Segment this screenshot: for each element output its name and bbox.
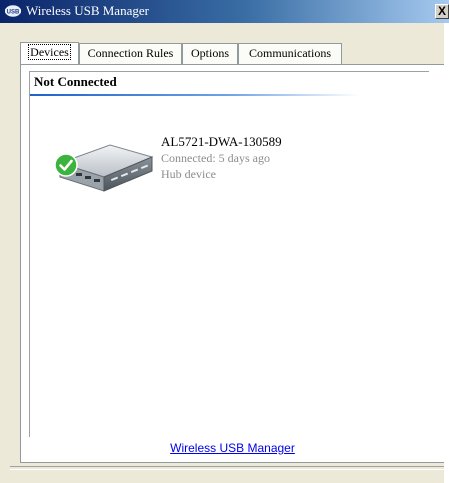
usb-app-icon: USB <box>5 5 21 17</box>
svg-text:USB: USB <box>7 10 20 16</box>
devices-panel: Not Connected AL5721-DWA-130589 Connecte… <box>20 64 445 463</box>
tab-label: Communications <box>249 46 331 60</box>
window-title: Wireless USB Manager <box>26 3 149 18</box>
device-connected-time: Connected: 5 days ago <box>161 151 270 165</box>
status-divider <box>30 94 360 96</box>
tab-communications[interactable]: Communications <box>238 43 342 64</box>
device-type: Hub device <box>161 167 216 181</box>
app-window: USB Wireless USB Manager X Devices Conne… <box>0 0 449 483</box>
device-list: Not Connected AL5721-DWA-130589 Connecte… <box>29 71 429 437</box>
tab-label: Connection Rules <box>87 46 174 60</box>
window-right-edge <box>444 23 449 483</box>
tab-connection-rules[interactable]: Connection Rules <box>79 43 182 64</box>
title-bar[interactable]: USB Wireless USB Manager X <box>0 0 449 23</box>
check-icon <box>54 153 78 177</box>
tab-label: Devices <box>28 44 71 60</box>
wireless-usb-manager-link[interactable]: Wireless USB Manager <box>21 441 444 455</box>
connection-status-title: Not Connected <box>34 74 117 89</box>
tab-devices[interactable]: Devices <box>20 42 79 65</box>
close-button[interactable]: X <box>435 4 449 19</box>
status-bar <box>10 466 445 470</box>
device-name: AL5721-DWA-130589 <box>161 134 282 149</box>
tab-options[interactable]: Options <box>182 43 238 64</box>
tab-label: Options <box>190 46 229 60</box>
device-item[interactable]: AL5721-DWA-130589 Connected: 5 days ago … <box>52 127 352 197</box>
